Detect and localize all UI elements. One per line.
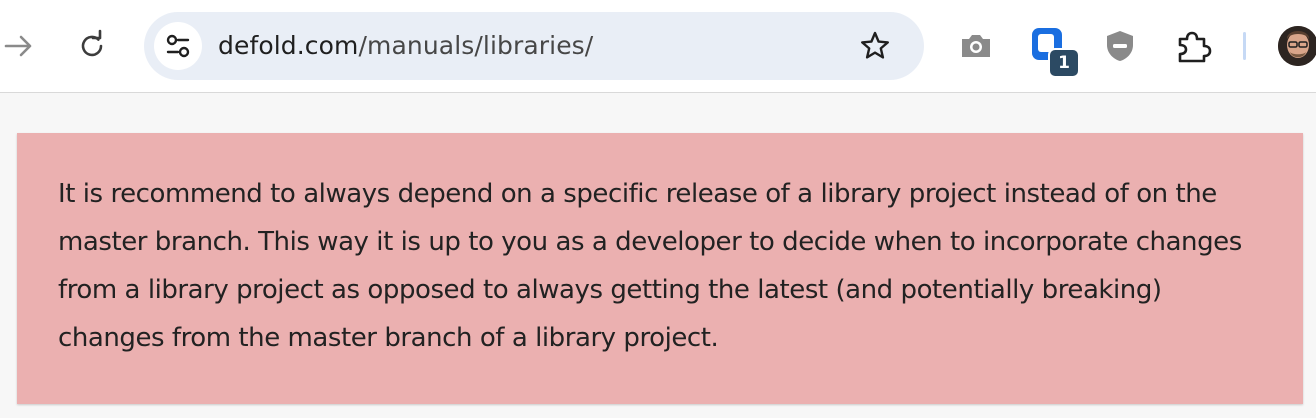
- url-path: /manuals/libraries/: [358, 31, 594, 60]
- url-text[interactable]: defold.com/manuals/libraries/: [218, 12, 593, 80]
- reload-icon[interactable]: [72, 26, 112, 66]
- toolbar-divider: [1243, 32, 1246, 60]
- extension-icon[interactable]: 1: [1028, 24, 1082, 78]
- tune-icon[interactable]: [154, 22, 202, 70]
- browser-toolbar: defold.com/manuals/libraries/ 1: [0, 0, 1316, 93]
- url-domain: defold.com: [218, 31, 359, 60]
- extension-badge-count: 1: [1048, 48, 1080, 78]
- forward-arrow-icon[interactable]: [0, 26, 40, 66]
- alert-text: It is recommend to always depend on a sp…: [58, 179, 1242, 353]
- puzzle-icon[interactable]: [1170, 24, 1216, 68]
- star-icon[interactable]: [852, 26, 898, 66]
- avatar[interactable]: [1278, 26, 1316, 66]
- warning-alert: It is recommend to always depend on a sp…: [17, 133, 1303, 404]
- shield-icon[interactable]: [1098, 26, 1142, 66]
- address-bar[interactable]: defold.com/manuals/libraries/: [144, 12, 924, 80]
- camera-icon[interactable]: [954, 26, 998, 66]
